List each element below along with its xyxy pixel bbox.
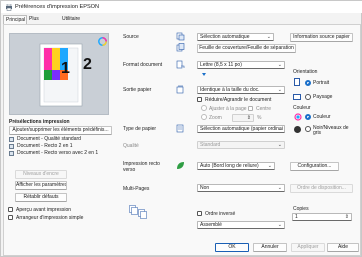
presets-list: Document - Qualité standard Document - R… <box>9 136 112 162</box>
preview-page-1: 1 <box>61 60 70 77</box>
landscape-icon <box>293 94 301 100</box>
zoom-value-input[interactable]: ⇕ <box>232 114 254 122</box>
multipage-select[interactable]: Non ⌄ <box>197 184 285 192</box>
grayscale-label: Noir/Niveaux de gris <box>313 125 349 136</box>
reset-defaults-button[interactable]: Rétablir défauts <box>15 193 67 202</box>
document-icon <box>9 137 14 142</box>
simple-arranger-label: Arrangeur d'impression simple <box>16 215 84 221</box>
show-settings-button[interactable]: Afficher les paramètres <box>15 181 67 190</box>
spinner-icon: ⇕ <box>344 214 349 220</box>
chevron-down-icon: ⌄ <box>266 34 271 40</box>
landscape-label: Paysage <box>313 94 333 100</box>
paper-output-label: Sortie papier <box>123 87 152 93</box>
document-icon <box>9 144 14 149</box>
chevron-down-icon: ⌄ <box>277 222 282 228</box>
center-label: Centre <box>256 106 272 112</box>
help-button[interactable]: Aide <box>327 243 359 252</box>
reverse-order-checkbox[interactable] <box>197 211 202 216</box>
color-radio[interactable] <box>305 114 311 120</box>
zoom-label: Zoom <box>209 115 222 121</box>
eco-leaf-icon <box>177 162 184 169</box>
preview-page-2: 2 <box>83 56 92 73</box>
collate-icon <box>129 205 147 219</box>
tab-utility[interactable]: Utilitaire <box>60 15 84 24</box>
portrait-radio[interactable] <box>305 80 311 86</box>
fit-to-page-radio[interactable] <box>201 105 207 111</box>
center-checkbox[interactable] <box>248 106 253 111</box>
tab-principal[interactable]: Principal <box>3 15 27 24</box>
arrow-down-icon <box>202 73 206 76</box>
cover-separator-sheet-button[interactable]: Feuille de couverture/Feuille de séparat… <box>197 44 296 53</box>
page-preview: 1 2 <box>9 33 109 115</box>
paper-type-select[interactable]: Sélection automatique (papier ordinai ⌄ <box>197 125 285 133</box>
chevron-down-icon: ⌄ <box>277 142 282 148</box>
grayscale-icon <box>294 126 301 133</box>
orientation-label: Orientation <box>293 69 318 75</box>
quality-select[interactable]: Standard ⌄ <box>197 141 285 149</box>
duplex-select[interactable]: Auto (Bord long de reliure) ⌄ <box>197 162 275 170</box>
print-preview-checkbox[interactable] <box>8 207 13 212</box>
window-title: Préférences d'impression EPSON <box>15 4 100 10</box>
document-icon <box>9 151 14 156</box>
source-label: Source <box>123 34 139 40</box>
color-label: Couleur <box>293 105 311 111</box>
paper-type-label: Type de papier <box>123 126 157 132</box>
duplex-label: Impression recto verso <box>123 161 160 173</box>
chevron-down-icon: ⌄ <box>277 185 282 191</box>
ok-button[interactable]: OK <box>215 243 249 252</box>
tab-more-options[interactable]: Plus d'options <box>27 15 61 31</box>
duplex-configuration-button[interactable]: Configuration... <box>290 162 339 171</box>
paper-type-icon <box>176 124 184 133</box>
reduce-enlarge-checkbox[interactable] <box>197 97 202 102</box>
simple-arranger-checkbox[interactable] <box>8 215 13 220</box>
chevron-down-icon: ⌄ <box>267 163 272 169</box>
preview-sheets <box>39 43 83 107</box>
ink-levels-button[interactable]: Niveaux d'encre <box>15 170 67 179</box>
printer-icon <box>6 4 12 11</box>
zoom-unit-label: % <box>257 115 262 121</box>
portrait-icon <box>294 78 300 86</box>
multipage-label: Multi-Pages <box>123 186 150 192</box>
portrait-label: Portrait <box>313 80 330 86</box>
source-select[interactable]: Sélection automatique ⌄ <box>197 33 274 41</box>
copies-label: Copies <box>293 206 309 212</box>
collate-select[interactable]: Assemblé ⌄ <box>197 221 285 229</box>
print-preferences-window: Préférences d'impression EPSON Principal… <box>0 0 362 257</box>
copies-input[interactable]: 1 ⇕ <box>292 213 352 221</box>
paper-output-icon <box>176 85 184 94</box>
chevron-down-icon: ⌄ <box>277 62 282 68</box>
color-option-label: Couleur <box>313 114 331 120</box>
spinner-icon: ⇕ <box>246 115 251 121</box>
reduce-enlarge-label: Réduire/Agrandir le document <box>205 97 272 103</box>
title-bar: Préférences d'impression EPSON <box>1 1 362 13</box>
chevron-down-icon: ⌄ <box>277 126 282 132</box>
cancel-button[interactable]: Annuler <box>253 243 287 252</box>
add-remove-presets-button[interactable]: Ajouter/supprimer les éléments prédéfini… <box>9 126 112 135</box>
reverse-order-label: Ordre inversé <box>205 211 236 217</box>
color-wheel-icon <box>98 37 107 46</box>
document-size-icon <box>176 60 185 69</box>
cover-sheet-icon <box>176 43 185 52</box>
color-mode-icon <box>294 113 302 121</box>
layout-order-button[interactable]: Ordre de disposition... <box>290 184 353 193</box>
zoom-radio[interactable] <box>201 114 207 120</box>
paper-output-select[interactable]: Identique à la taille du doc. ⌄ <box>197 86 285 94</box>
print-preview-label: Aperçu avant impression <box>16 207 72 213</box>
fit-to-page-label: Ajuster à la page <box>209 106 247 112</box>
landscape-radio[interactable] <box>305 94 311 100</box>
apply-button[interactable]: Appliquer <box>291 243 325 252</box>
quality-label: Qualité <box>123 143 139 149</box>
document-format-select[interactable]: Lettre (8,5 x 11 po) ⌄ <box>197 61 285 69</box>
document-format-label: Format document <box>123 62 163 68</box>
presets-heading: Présélections impression <box>9 119 70 125</box>
paper-source-icon <box>176 32 185 41</box>
paper-source-info-button[interactable]: Information source papier <box>290 33 353 42</box>
grayscale-radio[interactable] <box>305 126 311 132</box>
chevron-down-icon: ⌄ <box>277 87 282 93</box>
